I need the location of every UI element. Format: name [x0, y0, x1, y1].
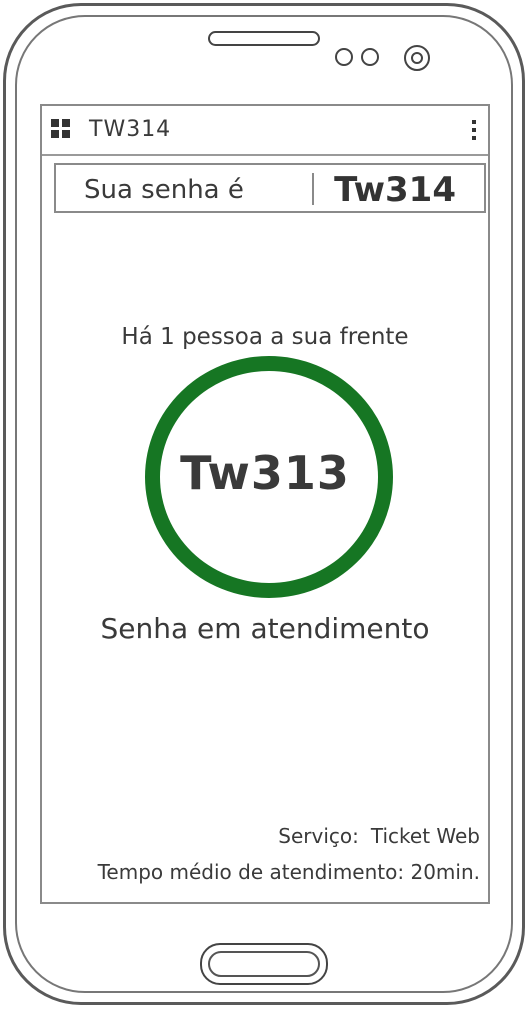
status-text: Senha em atendimento — [100, 612, 430, 645]
phone-screen: TW314 Sua senha é Tw314 Há 1 pessoa a su… — [40, 104, 490, 904]
service-value: Ticket Web — [370, 824, 480, 848]
speaker-grille — [208, 31, 320, 46]
average-time-info: Tempo médio de atendimento: 20min. — [98, 860, 480, 884]
service-info: Serviço: Ticket Web — [278, 824, 480, 848]
current-ticket-code: Tw313 — [180, 446, 350, 500]
home-button[interactable] — [200, 943, 328, 985]
front-camera-icon — [404, 45, 430, 71]
average-time-value: 20min. — [410, 860, 480, 884]
people-ahead-text: Há 1 pessoa a sua frente — [121, 324, 409, 350]
ticket-panel: Sua senha é Tw314 — [54, 163, 486, 213]
light-sensor — [361, 48, 379, 66]
grid-icon[interactable] — [51, 119, 71, 139]
app-bar: TW314 — [42, 106, 488, 156]
average-time-label: Tempo médio de atendimento: — [97, 860, 405, 884]
proximity-sensor — [335, 48, 353, 66]
vertical-dots-icon[interactable] — [470, 119, 478, 141]
ticket-divider — [312, 173, 314, 205]
ticket-label: Sua senha é — [84, 175, 244, 205]
app-title: TW314 — [89, 117, 172, 142]
service-label: Serviço: — [278, 824, 359, 848]
ticket-code: Tw314 — [334, 170, 456, 210]
